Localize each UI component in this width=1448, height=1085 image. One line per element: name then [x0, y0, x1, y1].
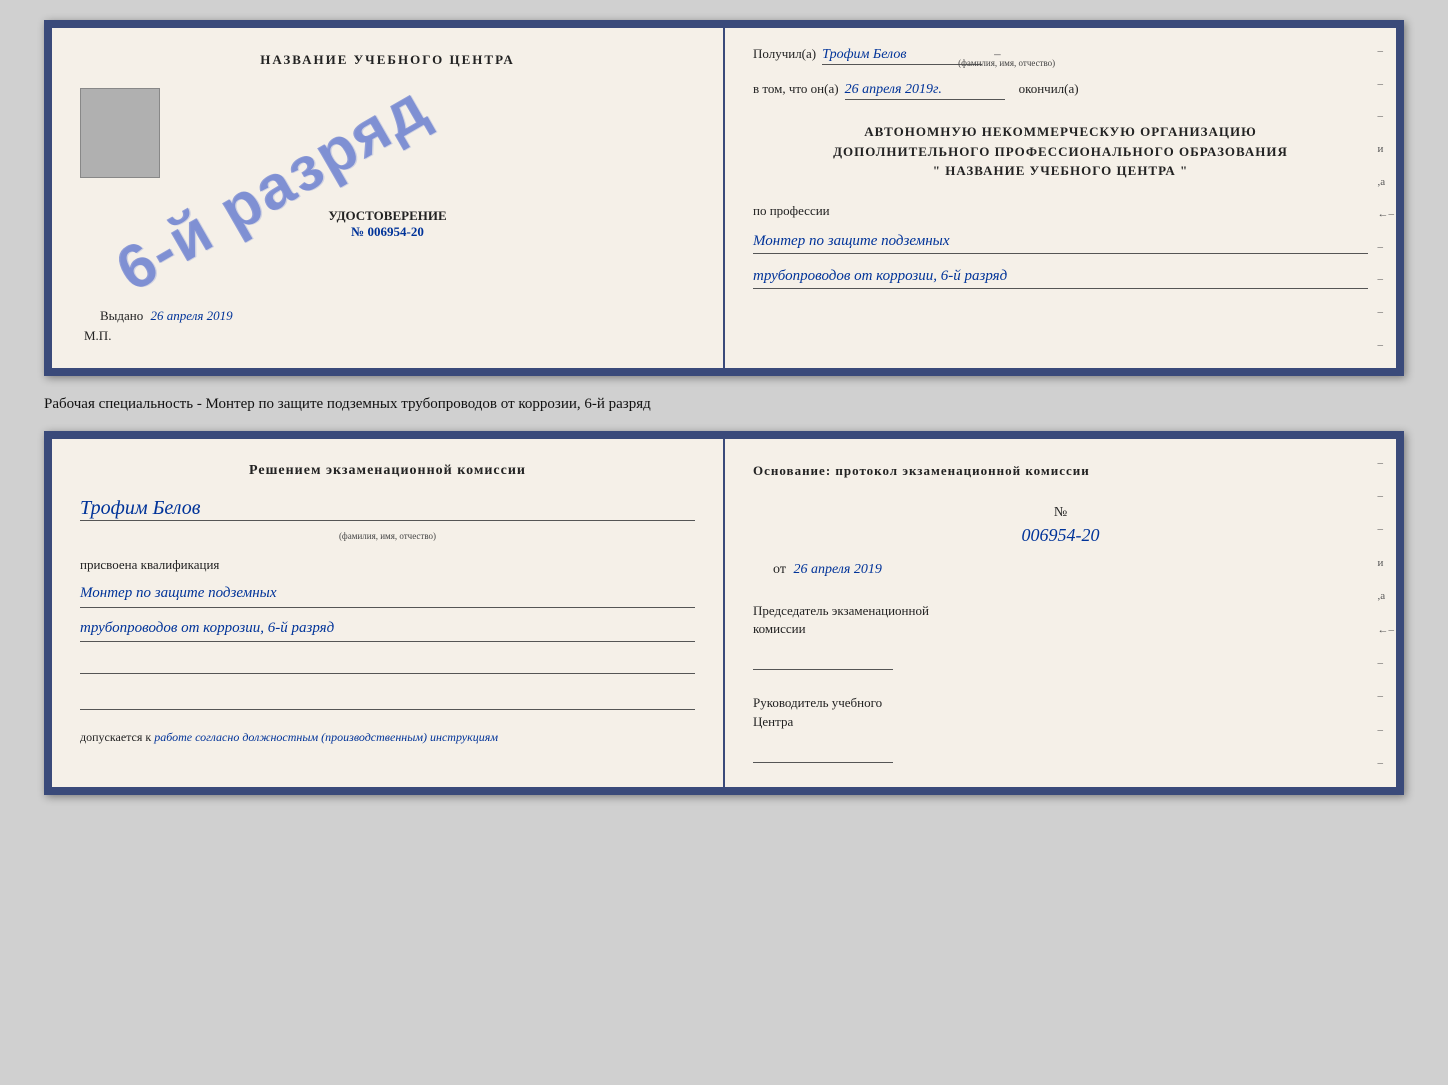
- допускается-row: допускается к работе согласно должностны…: [80, 730, 695, 745]
- date-value: 26 апреля 2019г.: [845, 82, 1005, 100]
- blank-line-1: [80, 654, 695, 674]
- org-line1: АВТОНОМНУЮ НЕКОММЕРЧЕСКУЮ ОРГАНИЗАЦИЮ: [753, 122, 1368, 142]
- side-marks-bottom-right: –––и,а←–––––: [1378, 439, 1395, 787]
- recipient-row: Получил(а) Трофим Белов – (фамилия, имя,…: [753, 46, 1368, 65]
- person-hint: (фамилия, имя, отчество): [80, 531, 695, 541]
- profession-label: по профессии: [753, 203, 1368, 219]
- date-prefix: в том, что он(а): [753, 81, 839, 97]
- received-label: Получил(а): [753, 46, 816, 62]
- certificate-bottom: Решением экзаменационной комиссии Трофим…: [44, 431, 1404, 795]
- work-specialty: Рабочая специальность - Монтер по защите…: [44, 392, 1404, 415]
- chairman-title: Председатель экзаменационной комиссии: [753, 602, 1368, 638]
- qualification-line1: Монтер по защите подземных: [80, 581, 695, 608]
- date-value-bottom: 26 апреля 2019: [793, 562, 881, 577]
- school-name-top: НАЗВАНИЕ УЧЕБНОГО ЦЕНТРА: [260, 52, 515, 68]
- mp-label: М.П.: [84, 328, 111, 344]
- org-line3: " НАЗВАНИЕ УЧЕБНОГО ЦЕНТРА ": [753, 161, 1368, 181]
- date-suffix: окончил(а): [1019, 81, 1079, 97]
- cert-number-prefix: №: [351, 224, 364, 239]
- top-right-panel: Получил(а) Трофим Белов – (фамилия, имя,…: [725, 28, 1396, 368]
- decision-title: Решением экзаменационной комиссии: [80, 463, 695, 479]
- cert-title: УДОСТОВЕРЕНИЕ: [328, 208, 446, 224]
- recipient-hint: (фамилия, имя, отчество): [958, 58, 1055, 68]
- cert-number-value: 006954-20: [367, 224, 423, 239]
- qualification-prefix: присвоена квалификация: [80, 557, 695, 573]
- cert-number: № 006954-20: [351, 224, 424, 240]
- person-name: Трофим Белов: [80, 497, 695, 521]
- date-row: в том, что он(а) 26 апреля 2019г. окончи…: [753, 81, 1368, 100]
- issued-date: Выдано 26 апреля 2019: [100, 308, 233, 324]
- profession-line2: трубопроводов от коррозии, 6-й разряд: [753, 264, 1368, 289]
- qualification-line2: трубопроводов от коррозии, 6-й разряд: [80, 616, 695, 643]
- bottom-right-panel: Основание: протокол экзаменационной коми…: [725, 439, 1396, 787]
- director-signature-line: [753, 743, 893, 763]
- profession-line1: Монтер по защите подземных: [753, 229, 1368, 254]
- director-title: Руководитель учебного Центра: [753, 694, 1368, 730]
- photo-placeholder: [80, 88, 160, 178]
- bottom-left-panel: Решением экзаменационной комиссии Трофим…: [52, 439, 725, 787]
- top-left-panel: НАЗВАНИЕ УЧЕБНОГО ЦЕНТРА УДОСТОВЕРЕНИЕ №…: [52, 28, 725, 368]
- chairman-signature-line: [753, 650, 893, 670]
- number-prefix: №: [1054, 505, 1067, 520]
- допускается-value: работе согласно должностным (производств…: [154, 730, 498, 744]
- number-value: 006954-20: [753, 525, 1368, 546]
- date-row-bottom: от 26 апреля 2019: [773, 562, 1368, 578]
- certificate-top: НАЗВАНИЕ УЧЕБНОГО ЦЕНТРА УДОСТОВЕРЕНИЕ №…: [44, 20, 1404, 376]
- blank-line-2: [80, 690, 695, 710]
- basis-label: Основание: протокол экзаменационной коми…: [753, 463, 1368, 479]
- org-line2: ДОПОЛНИТЕЛЬНОГО ПРОФЕССИОНАЛЬНОГО ОБРАЗО…: [753, 142, 1368, 162]
- side-marks-top-right: –––и,а←–––––: [1378, 28, 1395, 368]
